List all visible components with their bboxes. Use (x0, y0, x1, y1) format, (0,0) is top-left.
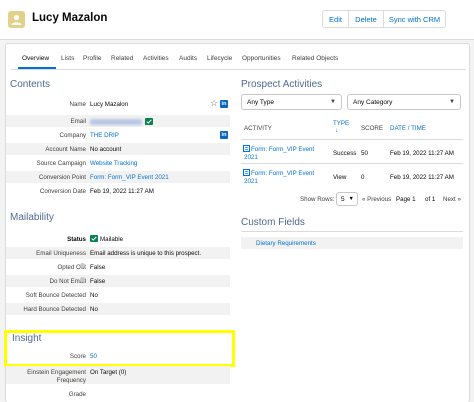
form-icon (243, 145, 250, 152)
rows-per-page-select[interactable]: 5 ▼ (336, 192, 358, 206)
field-label-account-name: Account Name (45, 146, 86, 153)
company-linkedin-icon[interactable]: in (220, 131, 228, 139)
activity-row-2-name-cont[interactable]: 2021 (244, 178, 258, 185)
activity-row-1-name[interactable]: Form: Form_VIP Event (251, 146, 314, 153)
activity-row-2-name[interactable]: Form: Form_VIP Event (251, 170, 314, 177)
activity-category-select[interactable]: Any Category ▼ (347, 94, 461, 110)
next-page-button[interactable]: Next » (443, 196, 461, 203)
page-indicator: Page 1 (396, 196, 416, 203)
field-label-soft-bounce: Soft Bounce Detected (25, 292, 86, 299)
field-value-source-campaign[interactable]: Website Tracking (90, 160, 137, 167)
tab-related-objects[interactable]: Related Objects (292, 55, 338, 62)
custom-fields-title: Custom Fields (241, 217, 305, 228)
col-header-type[interactable]: TYPE (333, 120, 349, 127)
mailability-section-title: Mailability (10, 212, 54, 223)
field-label-engagement-1: Einstein Engagement (27, 369, 86, 376)
chevron-down-icon: ▼ (330, 99, 336, 105)
field-value-soft-bounce: No (90, 292, 98, 299)
field-label-hard-bounce: Hard Bounce Detected (23, 306, 86, 313)
field-value-status: Mailable (100, 236, 124, 243)
activity-row-1-score: 50 (361, 150, 368, 157)
info-icon[interactable] (80, 277, 85, 282)
field-label-grade: Grade (68, 391, 86, 398)
tab-related[interactable]: Related (111, 55, 133, 62)
star-icon[interactable]: ☆ (210, 99, 218, 108)
field-label-name: Name (69, 101, 86, 108)
table-divider (241, 139, 463, 140)
prospect-activities-title: Prospect Activities (241, 79, 323, 90)
field-value-do-not-email: False (90, 278, 106, 285)
email-value-redacted[interactable] (90, 119, 142, 125)
insight-highlight-box (4, 330, 235, 367)
tab-audits[interactable]: Audits (179, 55, 197, 62)
page-title: Lucy Mazalon (32, 12, 108, 24)
field-value-name: Lucy Mazalon (90, 101, 129, 108)
activity-row-2-type: View (333, 174, 347, 181)
field-label-email: Email (70, 118, 86, 125)
page-total: of 1 (425, 196, 436, 203)
field-label-engagement-2: Frequency (56, 377, 86, 384)
chevron-down-icon: ▼ (348, 196, 354, 202)
field-value-email-uniqueness: Email address is unique to this prospect… (90, 250, 202, 257)
tab-profile[interactable]: Profile (83, 55, 101, 62)
mailable-check-icon (90, 235, 98, 242)
tab-opportunities[interactable]: Opportunities (242, 55, 281, 62)
field-value-opted-out: False (90, 264, 106, 271)
field-label-status: Status (67, 236, 86, 243)
sync-with-crm-button[interactable]: Sync with CRM (384, 10, 446, 28)
edit-button[interactable]: Edit (322, 10, 349, 28)
field-value-account-name: No account (90, 146, 122, 153)
field-label-company: Company (59, 132, 86, 139)
prospect-avatar (8, 11, 25, 28)
contents-section-title: Contents (10, 79, 51, 90)
linkedin-icon[interactable]: in (220, 100, 228, 108)
chevron-down-icon: ▼ (449, 99, 455, 105)
field-value-conversion-date: Feb 19, 2022 11:27 AM (90, 188, 154, 195)
custom-fields-divider (241, 231, 463, 232)
field-value-conversion-point[interactable]: Form: Form_VIP Event 2021 (90, 174, 169, 181)
activity-type-select[interactable]: Any Type ▼ (241, 94, 342, 110)
previous-page-button[interactable]: « Previous (362, 196, 391, 203)
activity-row-1-date: Feb 19, 2022 11:27 AM (390, 150, 454, 157)
email-verified-icon (145, 118, 153, 125)
table-divider (241, 163, 463, 164)
delete-button[interactable]: Delete (349, 10, 384, 28)
rows-per-page-value: 5 (341, 195, 345, 203)
field-label-conversion-date: Conversion Date (39, 188, 86, 195)
col-header-date[interactable]: DATE / TIME (390, 125, 426, 132)
tab-activities[interactable]: Activities (143, 55, 169, 62)
activity-row-1-type: Success (333, 150, 357, 157)
tab-bar: Overview Lists Profile Related Activitie… (11, 52, 466, 70)
field-label-opted-out: Opted Out (57, 264, 86, 271)
info-icon[interactable] (80, 263, 85, 268)
col-header-score: SCORE (361, 125, 384, 132)
show-rows-label: Show Rows: (300, 196, 335, 203)
field-label-conversion-point: Conversion Point (38, 174, 86, 181)
record-header: Lucy Mazalon Edit Delete Sync with CRM (0, 0, 474, 40)
activity-row-2-date: Feb 19, 2022 11:27 AM (390, 174, 454, 181)
activity-row-1-name-cont[interactable]: 2021 (244, 154, 258, 161)
col-header-activity: ACTIVITY (244, 125, 272, 132)
activity-category-value: Any Category (353, 98, 393, 106)
tab-lifecycle[interactable]: Lifecycle (207, 55, 232, 62)
custom-field-dietary-requirements[interactable]: Dietary Requirements (256, 240, 316, 247)
field-value-engagement: On Target (0) (90, 369, 127, 376)
field-label-source-campaign: Source Campaign (36, 160, 86, 167)
person-icon (11, 14, 22, 25)
tab-lists[interactable]: Lists (61, 55, 74, 62)
field-value-hard-bounce: No (90, 306, 98, 313)
tab-overview[interactable]: Overview (22, 55, 49, 62)
active-tab-indicator (18, 67, 56, 69)
field-label-email-uniqueness: Email Uniqueness (36, 250, 86, 257)
form-icon (243, 169, 250, 176)
sort-arrow-icon[interactable]: ↓ (335, 128, 338, 134)
activity-row-2-score: 0 (361, 174, 365, 181)
field-value-company[interactable]: THE DRIP (90, 132, 119, 139)
field-label-do-not-email: Do Not Email (49, 278, 86, 285)
activity-type-value: Any Type (247, 98, 274, 106)
